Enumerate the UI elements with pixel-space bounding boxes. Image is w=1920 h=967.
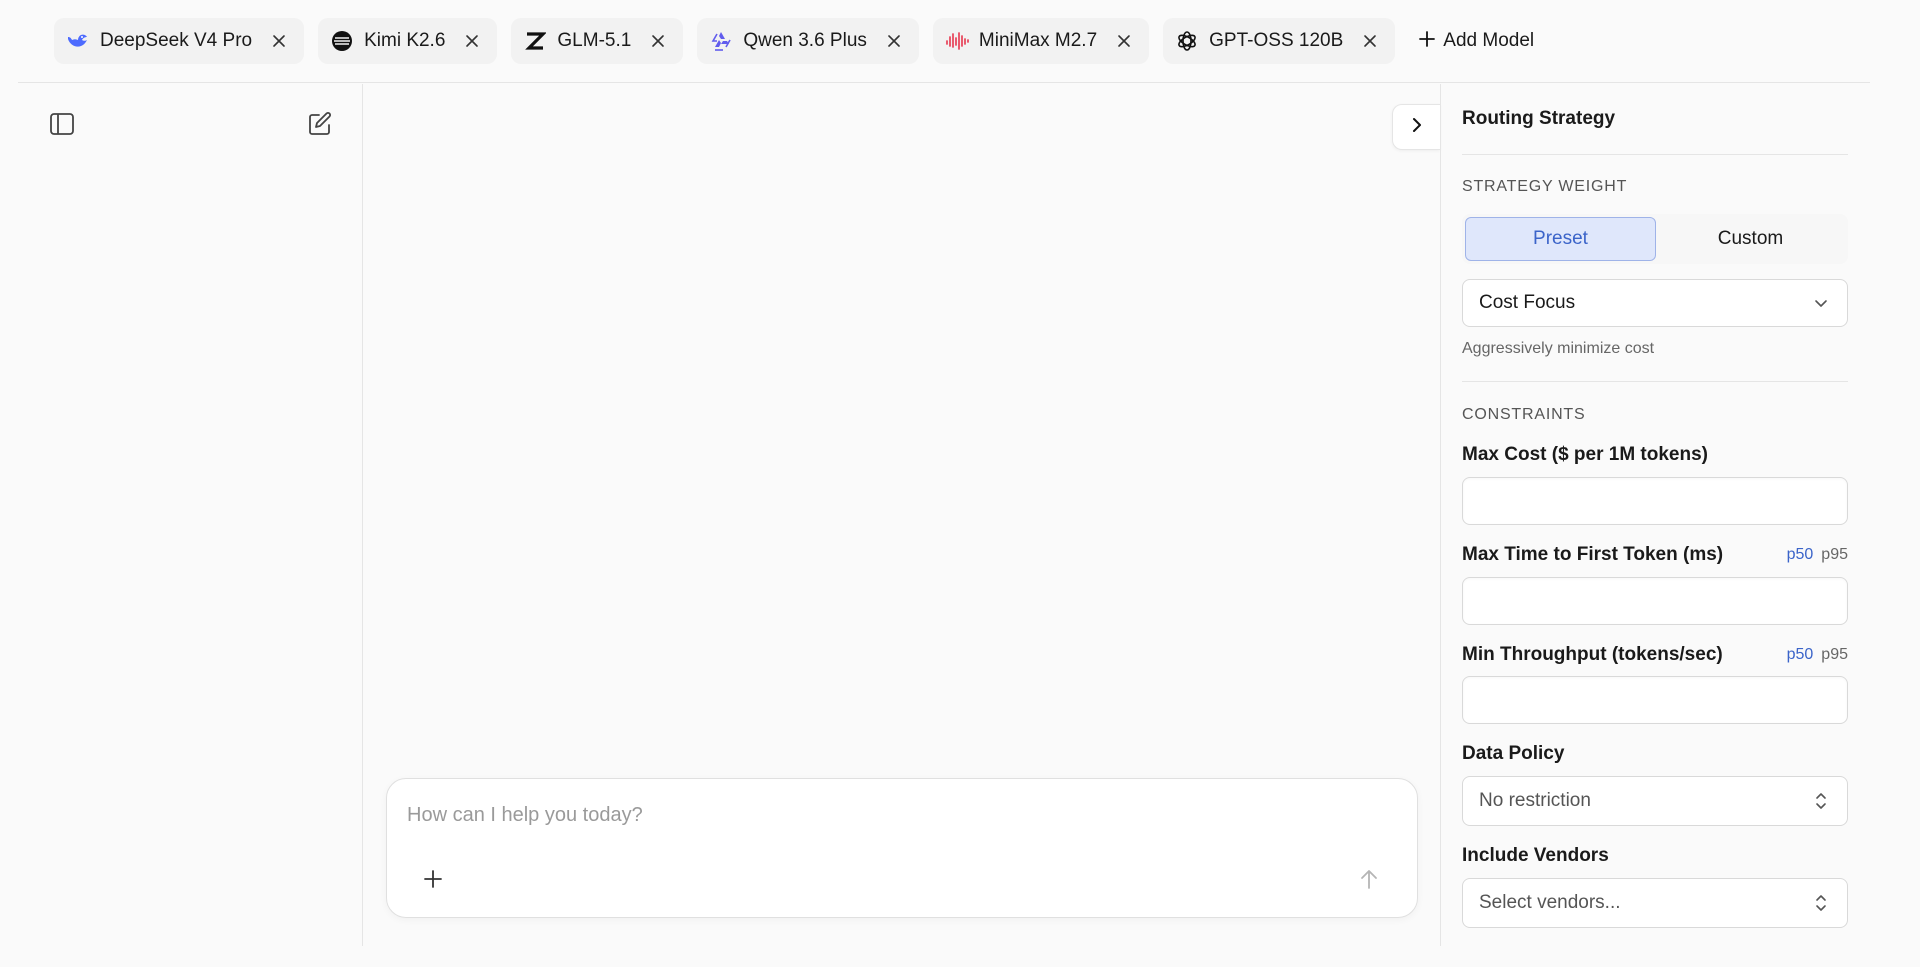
model-tab-qwen[interactable]: Qwen 3.6 Plus	[697, 18, 919, 64]
model-tab-minimax[interactable]: MiniMax M2.7	[932, 18, 1150, 64]
plus-icon	[423, 869, 443, 894]
throughput-label: Min Throughput (tokens/sec)	[1462, 644, 1723, 665]
add-model-button[interactable]: Add Model	[1409, 18, 1544, 64]
sidebar	[18, 84, 363, 946]
add-model-label: Add Model	[1443, 30, 1535, 51]
throughput-percentile-toggle: p50 p95	[1787, 646, 1848, 664]
sidebar-toggle-icon	[49, 112, 75, 141]
openai-logo-icon	[1175, 29, 1199, 53]
include-vendors-label: Include Vendors	[1462, 845, 1609, 866]
close-icon[interactable]	[461, 30, 483, 52]
model-tab-deepseek[interactable]: DeepSeek V4 Pro	[54, 18, 305, 64]
chevron-down-icon	[1811, 293, 1831, 313]
model-tab-glm[interactable]: GLM-5.1	[511, 18, 684, 64]
throughput-input[interactable]	[1462, 676, 1848, 724]
tab-label: Qwen 3.6 Plus	[743, 30, 867, 51]
preset-option[interactable]: Preset	[1465, 217, 1656, 261]
custom-option[interactable]: Custom	[1656, 217, 1845, 261]
divider	[1462, 154, 1848, 155]
preset-hint: Aggressively minimize cost	[1462, 340, 1655, 357]
vendors-placeholder: Select vendors...	[1479, 892, 1621, 913]
throughput-p50-option[interactable]: p50	[1787, 646, 1814, 664]
chevron-right-icon	[1411, 117, 1423, 138]
tab-label: DeepSeek V4 Pro	[100, 30, 253, 51]
data-policy-value: No restriction	[1479, 790, 1591, 811]
close-icon[interactable]	[1359, 30, 1381, 52]
ttft-p50-option[interactable]: p50	[1787, 546, 1814, 564]
new-chat-button[interactable]	[300, 106, 340, 146]
data-policy-select[interactable]: No restriction	[1462, 776, 1848, 826]
ttft-percentile-toggle: p50 p95	[1787, 546, 1848, 564]
constraints-label: CONSTRAINTS	[1462, 406, 1586, 423]
close-icon[interactable]	[268, 30, 290, 52]
close-icon[interactable]	[883, 30, 905, 52]
ttft-label: Max Time to First Token (ms)	[1462, 544, 1724, 565]
message-input[interactable]	[407, 799, 1387, 831]
routing-strategy-panel: Routing Strategy STRATEGY WEIGHT Preset …	[1440, 84, 1870, 946]
toggle-sidebar-button[interactable]	[42, 106, 82, 146]
deepseek-logo-icon	[66, 29, 90, 53]
strategy-weight-label: STRATEGY WEIGHT	[1462, 178, 1628, 195]
data-policy-label: Data Policy	[1462, 743, 1565, 764]
model-tab-bar: DeepSeek V4 Pro Kimi K2.6 GLM-5.1 Qwen 3…	[18, 0, 1870, 83]
throughput-p95-option[interactable]: p95	[1821, 646, 1848, 664]
tab-label: GPT-OSS 120B	[1209, 30, 1344, 51]
qwen-logo-icon	[709, 29, 733, 53]
ttft-input[interactable]	[1462, 577, 1848, 625]
plus-icon	[1419, 30, 1436, 52]
kimi-logo-icon	[330, 29, 354, 53]
chevron-up-down-icon	[1811, 791, 1831, 811]
model-tab-kimi[interactable]: Kimi K2.6	[318, 18, 498, 64]
max-cost-label: Max Cost ($ per 1M tokens)	[1462, 444, 1708, 465]
vendors-select[interactable]: Select vendors...	[1462, 878, 1848, 928]
attach-button[interactable]	[413, 861, 453, 901]
preset-select[interactable]: Cost Focus	[1462, 279, 1848, 327]
close-icon[interactable]	[1113, 30, 1135, 52]
strategy-weight-toggle: Preset Custom	[1462, 214, 1848, 264]
send-button[interactable]	[1349, 861, 1389, 901]
ttft-p95-option[interactable]: p95	[1821, 546, 1848, 564]
max-cost-input[interactable]	[1462, 477, 1848, 525]
model-tab-gpt-oss[interactable]: GPT-OSS 120B	[1163, 18, 1396, 64]
message-composer	[386, 778, 1418, 918]
minimax-logo-icon	[945, 29, 969, 53]
panel-title: Routing Strategy	[1462, 108, 1616, 129]
preset-select-value: Cost Focus	[1479, 292, 1576, 313]
divider	[1462, 381, 1848, 382]
collapse-panel-button[interactable]	[1392, 104, 1440, 150]
zhipu-logo-icon	[523, 29, 547, 53]
chevron-up-down-icon	[1811, 893, 1831, 913]
tab-label: Kimi K2.6	[364, 30, 446, 51]
arrow-up-icon	[1359, 868, 1379, 895]
close-icon[interactable]	[647, 30, 669, 52]
edit-icon	[307, 111, 333, 142]
tab-label: MiniMax M2.7	[978, 30, 1098, 51]
tab-label: GLM-5.1	[557, 30, 632, 51]
